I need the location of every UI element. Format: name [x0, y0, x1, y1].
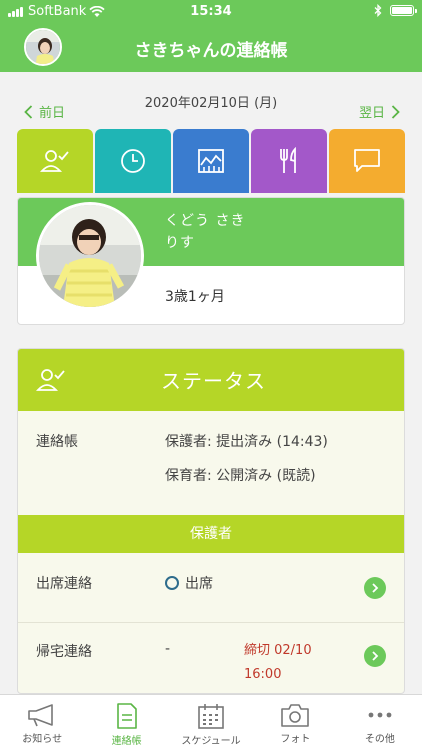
tab-message[interactable]: [329, 129, 405, 193]
status-header: ステータス: [18, 349, 404, 411]
tab-more[interactable]: その他: [338, 695, 422, 750]
teacher-status: 保育者: 公開済み (既読): [165, 468, 316, 484]
next-day-label: 翌日: [358, 106, 385, 121]
prev-day-label: 前日: [39, 106, 66, 121]
chevron-right-icon: [391, 104, 400, 119]
tab-time[interactable]: [95, 129, 171, 193]
attendance-label: 出席連絡: [36, 576, 92, 592]
tab-renrakucho[interactable]: 連絡帳: [84, 695, 168, 750]
prev-day-button[interactable]: 前日: [24, 102, 65, 121]
camera-icon: [281, 704, 310, 727]
deadline-date: 締切 02/10: [244, 643, 312, 658]
status-bar: SoftBank 15:34: [0, 0, 422, 24]
pickup-deadline: 締切 02/10 16:00: [244, 639, 312, 687]
tab-status[interactable]: [17, 129, 93, 193]
status-title: ステータス: [161, 369, 266, 393]
row-divider: [18, 622, 404, 623]
clock-time: 15:34: [190, 4, 232, 19]
attendance-value-text: 出席: [185, 576, 213, 592]
clock-icon: [121, 149, 145, 173]
calendar-icon: [198, 704, 224, 729]
megaphone-icon: [28, 704, 54, 727]
renrakucho-label: 連絡帳: [36, 434, 78, 450]
tab-meal[interactable]: [251, 129, 327, 193]
battery-icon: [390, 5, 417, 16]
app-header: さきちゃんの連絡帳: [0, 24, 422, 72]
person-check-icon: [36, 369, 65, 391]
tab-renrakucho-label: 連絡帳: [111, 736, 142, 747]
bluetooth-icon: [374, 4, 382, 17]
attendance-detail-button[interactable]: [364, 577, 386, 599]
tab-schedule[interactable]: スケジュール: [169, 695, 253, 750]
child-profile-card: くどう さき りす 3歳1ヶ月: [17, 197, 405, 325]
chevron-right-icon: [372, 651, 379, 661]
more-icon: [368, 712, 392, 718]
document-icon: [116, 703, 137, 729]
chart-icon: [198, 149, 224, 173]
child-name-line1: くどう さき: [165, 213, 246, 229]
category-tabs: [17, 129, 405, 193]
tab-schedule-label: スケジュール: [181, 736, 241, 747]
attendance-value: 出席: [165, 573, 213, 593]
page-title: さきちゃんの連絡帳: [134, 41, 288, 61]
tab-photo-label: フォト: [280, 734, 311, 745]
status-right: [374, 4, 417, 17]
guardian-status: 保護者: 提出済み (14:43): [165, 434, 328, 450]
next-day-button[interactable]: 翌日: [359, 102, 400, 121]
guardian-section-header: 保護者: [18, 515, 404, 553]
child-name: くどう さき りす: [165, 210, 245, 254]
child-photo: [36, 202, 144, 310]
tab-notices[interactable]: お知らせ: [0, 695, 84, 750]
fork-knife-icon: [280, 147, 296, 173]
pickup-detail-button[interactable]: [364, 645, 386, 667]
chat-bubble-icon: [354, 149, 380, 172]
tab-photo[interactable]: フォト: [253, 695, 337, 750]
person-check-icon: [40, 150, 69, 172]
child-age: 3歳1ヶ月: [165, 289, 225, 305]
date-navigation: 2020年02月10日 (月) 前日 翌日: [0, 80, 422, 130]
tab-more-label: その他: [364, 734, 395, 745]
pickup-value: -: [165, 641, 171, 657]
child-class: りす: [165, 235, 195, 251]
circle-icon: [165, 576, 179, 590]
tab-chart[interactable]: [173, 129, 249, 193]
tab-notices-label: お知らせ: [22, 734, 63, 745]
status-card: ステータス 連絡帳 保護者: 提出済み (14:43) 保育者: 公開済み (既…: [17, 348, 405, 694]
pickup-label: 帰宅連絡: [36, 644, 92, 660]
bottom-tab-bar: お知らせ 連絡帳 スケジュール フォト その他: [0, 694, 422, 750]
chevron-right-icon: [372, 583, 379, 593]
chevron-left-icon: [24, 104, 33, 119]
deadline-time: 16:00: [244, 667, 282, 682]
